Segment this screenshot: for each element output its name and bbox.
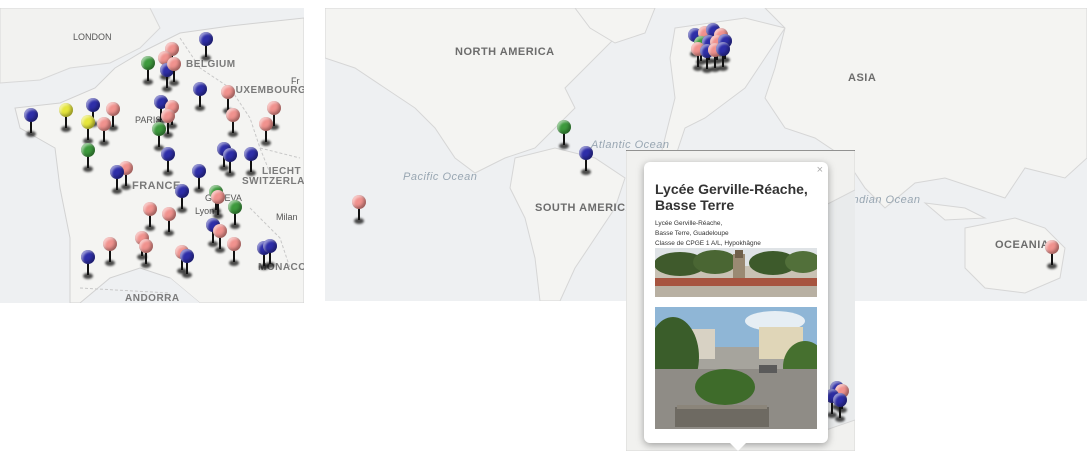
zoom-map-pin[interactable] <box>833 393 847 427</box>
pin-head-icon <box>267 101 281 115</box>
france-map-pin[interactable] <box>259 117 273 151</box>
pin-head-icon <box>141 56 155 70</box>
world-map-pin[interactable] <box>579 146 593 180</box>
city-label-milan: Milan <box>276 212 298 222</box>
country-label-france: FRANCE <box>132 180 181 192</box>
pin-head-icon <box>263 239 277 253</box>
france-map-pin[interactable] <box>199 32 213 66</box>
ocean-label-indian: Indian Ocean <box>849 194 921 206</box>
pin-head-icon <box>193 82 207 96</box>
location-popup: × Lycée Gerville-Réache, Basse Terre Lyc… <box>644 162 828 451</box>
pin-head-icon <box>227 237 241 251</box>
popup-desc-line-1: Lycée Gerville-Réache, <box>655 220 723 227</box>
pin-head-icon <box>110 165 124 179</box>
pin-head-icon <box>106 102 120 116</box>
france-map-pin[interactable] <box>227 237 241 271</box>
pin-head-icon <box>81 143 95 157</box>
france-map-pin[interactable] <box>161 147 175 181</box>
pin-head-icon <box>1045 240 1059 254</box>
pin-head-icon <box>228 200 242 214</box>
pin-head-icon <box>199 32 213 46</box>
country-label-andorra: ANDORRA <box>125 293 180 303</box>
france-map-pin[interactable] <box>263 239 277 273</box>
pin-head-icon <box>352 195 366 209</box>
popup-title: Lycée Gerville-Réache, Basse Terre <box>655 181 808 213</box>
pin-head-icon <box>59 103 73 117</box>
continent-label-asia: ASIA <box>848 72 877 84</box>
pin-head-icon <box>162 207 176 221</box>
popup-close-button[interactable]: × <box>817 164 823 176</box>
pin-head-icon <box>244 147 258 161</box>
popup-desc-line-2: Basse Terre, Guadeloupe <box>655 230 729 237</box>
world-map-pin[interactable] <box>1045 240 1059 274</box>
france-map-pin[interactable] <box>97 117 111 151</box>
pin-head-icon <box>221 85 235 99</box>
france-map-pin[interactable] <box>103 237 117 271</box>
france-map-pin[interactable] <box>226 108 240 142</box>
france-map-pin[interactable] <box>193 82 207 116</box>
france-map-pin[interactable] <box>180 249 194 283</box>
france-map-pin[interactable] <box>24 108 38 142</box>
france-map-pin[interactable] <box>59 103 73 137</box>
pin-head-icon <box>175 184 189 198</box>
pin-head-icon <box>180 249 194 263</box>
pin-head-icon <box>81 115 95 129</box>
france-map-pin[interactable] <box>81 143 95 177</box>
continent-label-oceania: OCEANIA <box>995 239 1050 251</box>
pin-head-icon <box>139 239 153 253</box>
continent-label-south-america: SOUTH AMERICA <box>535 202 634 214</box>
pin-head-icon <box>579 146 593 160</box>
country-label-luxembourg: LUXEMBOURG <box>229 85 304 96</box>
pin-head-icon <box>161 109 175 123</box>
pin-head-icon <box>24 108 38 122</box>
pin-head-icon <box>259 117 273 131</box>
france-map-pin[interactable] <box>162 207 176 241</box>
france-map-pin[interactable] <box>244 147 258 181</box>
pin-head-icon <box>223 148 237 162</box>
pin-head-icon <box>192 164 206 178</box>
pin-head-icon <box>97 117 111 131</box>
france-map-pin[interactable] <box>223 148 237 182</box>
france-map-pin[interactable] <box>81 250 95 284</box>
france-map-pin[interactable] <box>192 164 206 198</box>
pin-head-icon <box>211 190 225 204</box>
pin-head-icon <box>226 108 240 122</box>
world-map-pin[interactable] <box>716 42 730 76</box>
pin-head-icon <box>213 224 227 238</box>
france-map-pin[interactable] <box>141 56 155 90</box>
pin-head-icon <box>152 122 166 136</box>
france-map-pin[interactable] <box>139 239 153 273</box>
france-map-pin[interactable] <box>228 200 242 234</box>
pin-head-icon <box>716 42 730 56</box>
popup-photo-school-courtyard <box>655 248 817 297</box>
france-map-pin[interactable] <box>213 224 227 258</box>
france-map-pin[interactable] <box>167 57 181 91</box>
pin-head-icon <box>167 57 181 71</box>
pin-head-icon <box>557 120 571 134</box>
pin-head-icon <box>81 250 95 264</box>
continent-label-north-america: NORTH AMERICA <box>455 46 555 58</box>
world-map-pin[interactable] <box>557 120 571 154</box>
pin-head-icon <box>161 147 175 161</box>
ocean-label-pacific: Pacific Ocean <box>403 171 478 183</box>
pin-head-icon <box>833 393 847 407</box>
popup-photo-street-view <box>655 307 817 429</box>
city-label-london: LONDON <box>73 32 112 42</box>
france-map[interactable]: LONDON PARIS GENEVA Lyon Milan Fr BELGIU… <box>0 8 304 303</box>
popup-description: Lycée Gerville-Réache, Basse Terre, Guad… <box>655 219 761 249</box>
pin-head-icon <box>103 237 117 251</box>
pin-head-icon <box>86 98 100 112</box>
france-map-pin[interactable] <box>175 184 189 218</box>
world-map-pin[interactable] <box>352 195 366 229</box>
france-map-pin[interactable] <box>110 165 124 199</box>
pin-head-icon <box>143 202 157 216</box>
